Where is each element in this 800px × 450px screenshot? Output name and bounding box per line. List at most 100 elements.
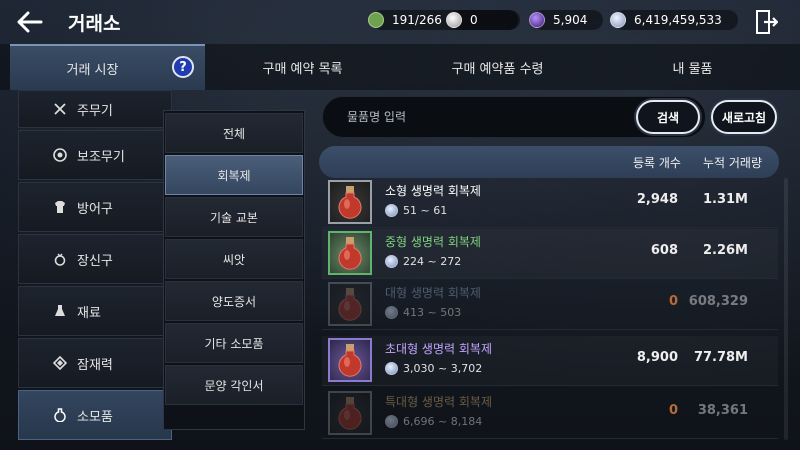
exit-door-icon[interactable] (756, 10, 779, 34)
page-title: 거래소 (68, 13, 121, 35)
item-volume: 38,361 (697, 403, 748, 418)
column-count[interactable]: 등록 개수 (633, 154, 681, 171)
pearl-icon (446, 12, 462, 28)
item-thumbnail-potion-icon (328, 338, 372, 382)
subcategory-seed[interactable]: 씨앗 (165, 239, 303, 279)
list-scrollbar[interactable] (784, 178, 788, 440)
tab-my-items-label: 내 물품 (672, 61, 713, 77)
item-thumbnail-potion-icon (328, 231, 372, 275)
subcategory-label: 기술 교본 (210, 210, 258, 225)
subcategory-label: 전체 (222, 126, 246, 141)
category-sub-weapon[interactable]: 보조무기 (18, 130, 172, 180)
tab-reservation-receive[interactable]: 구매 예약품 수령 (400, 44, 595, 90)
refresh-button-label: 새로고침 (721, 110, 767, 125)
table-row[interactable]: 초대형 생명력 회복제 3,030 ~ 3,702 8,900 77.78M (322, 336, 778, 386)
item-name: 중형 생명력 회복제 (385, 235, 481, 249)
category-label: 보조무기 (77, 149, 125, 165)
subcategory-other-consumable[interactable]: 기타 소모품 (165, 323, 303, 363)
category-label: 잠재력 (77, 357, 113, 373)
search-button[interactable]: 검색 (636, 100, 700, 134)
subcategory-label: 회복제 (217, 168, 251, 183)
item-thumbnail-potion-icon (328, 180, 372, 224)
table-row[interactable]: 소형 생명력 회복제 51 ~ 61 2,948 1.31M (322, 178, 778, 228)
subcategory-label: 문양 각인서 (204, 378, 264, 393)
table-row[interactable]: 특대형 생명력 회복제 6,696 ~ 8,184 0 38,361 (322, 389, 778, 439)
item-count: 0 (668, 403, 678, 418)
category-label: 주무기 (77, 103, 113, 119)
category-label: 재료 (77, 305, 101, 321)
search-input[interactable] (347, 110, 617, 124)
pearl-value: 0 (470, 13, 478, 27)
refresh-button[interactable]: 새로고침 (711, 100, 777, 134)
table-row[interactable]: 중형 생명력 회복제 224 ~ 272 608 2.26M (322, 229, 778, 279)
item-price-range: 6,696 ~ 8,184 (385, 415, 482, 428)
category-label: 장신구 (77, 253, 113, 269)
shield-icon (53, 148, 67, 162)
subcategory-label: 기타 소모품 (204, 336, 264, 351)
item-volume: 2.26M (702, 243, 748, 258)
item-count: 8,900 (636, 350, 678, 365)
subcategory-label: 씨앗 (222, 252, 246, 267)
item-volume: 608,329 (688, 294, 748, 309)
energy-value: 191/266 (392, 13, 442, 27)
category-main-weapon[interactable]: 주무기 (18, 90, 172, 128)
tab-reservation-list[interactable]: 구매 예약 목록 (205, 44, 400, 90)
silver-coin-icon (385, 415, 398, 428)
category-armor[interactable]: 방어구 (18, 182, 172, 232)
potion-icon (54, 408, 66, 422)
tab-market-label: 거래 시장 (66, 62, 119, 78)
swords-icon (54, 103, 66, 115)
item-price: 413 ~ 503 (403, 306, 462, 319)
item-count: 2,948 (636, 192, 678, 207)
item-name: 대형 생명력 회복제 (385, 286, 481, 300)
item-volume: 1.31M (702, 192, 748, 207)
item-price-range: 51 ~ 61 (385, 204, 447, 217)
help-icon[interactable]: ? (172, 56, 194, 78)
silver-icon (610, 12, 626, 28)
category-label: 방어구 (77, 201, 113, 217)
top-bar: 거래소 191/266 0 5,904 6,419,459,533 (0, 0, 800, 44)
item-price: 51 ~ 61 (403, 204, 448, 217)
category-consumable[interactable]: 소모품 (18, 390, 172, 440)
black-gem-icon (529, 12, 545, 28)
item-name: 특대형 생명력 회복제 (385, 395, 492, 409)
subcategory-transfer-deed[interactable]: 양도증서 (165, 281, 303, 321)
table-row[interactable]: 대형 생명력 회복제 413 ~ 503 0 608,329 (322, 280, 778, 330)
flask-icon (55, 305, 65, 316)
armor-icon (55, 201, 65, 213)
pearl-counter: 0 (446, 10, 520, 30)
silver-counter: 6,419,459,533 (610, 10, 738, 30)
item-name: 초대형 생명력 회복제 (385, 342, 492, 356)
tab-bar: 거래 시장 ? 구매 예약 목록 구매 예약품 수령 내 물품 (0, 44, 800, 90)
subcategory-all[interactable]: 전체 (165, 113, 303, 153)
search-button-label: 검색 (656, 110, 680, 125)
silver-coin-icon (385, 306, 398, 319)
category-list: 주무기 보조무기 방어구 장신구 재료 잠재력 소모품 (18, 90, 174, 442)
subcategory-recovery[interactable]: 회복제 (165, 155, 303, 195)
item-price-range: 3,030 ~ 3,702 (385, 362, 482, 375)
subcategory-list: 전체 회복제 기술 교본 씨앗 양도증서 기타 소모품 문양 각인서 (163, 110, 305, 430)
column-volume[interactable]: 누적 거래량 (703, 154, 762, 171)
item-price: 3,030 ~ 3,702 (403, 362, 483, 375)
item-thumbnail-potion-icon (328, 391, 372, 435)
back-arrow-icon[interactable] (14, 8, 46, 36)
table-header: 등록 개수 누적 거래량 (319, 146, 779, 178)
category-potential[interactable]: 잠재력 (18, 338, 172, 388)
black-gem-value: 5,904 (553, 13, 588, 27)
category-accessory[interactable]: 장신구 (18, 234, 172, 284)
silver-coin-icon (385, 255, 398, 268)
item-name: 소형 생명력 회복제 (385, 184, 481, 198)
diamond-icon (53, 356, 67, 370)
item-count: 608 (650, 243, 678, 258)
tab-my-items[interactable]: 내 물품 (595, 44, 790, 90)
item-price-range: 413 ~ 503 (385, 306, 461, 319)
category-material[interactable]: 재료 (18, 286, 172, 336)
silver-coin-icon (385, 204, 398, 217)
subcategory-engraving[interactable]: 문양 각인서 (165, 365, 303, 405)
tab-reservation-receive-label: 구매 예약품 수령 (451, 61, 544, 77)
subcategory-skill-book[interactable]: 기술 교본 (165, 197, 303, 237)
item-price-range: 224 ~ 272 (385, 255, 461, 268)
subcategory-label: 양도증서 (211, 294, 257, 309)
item-count: 0 (668, 294, 678, 309)
energy-icon (368, 12, 384, 28)
